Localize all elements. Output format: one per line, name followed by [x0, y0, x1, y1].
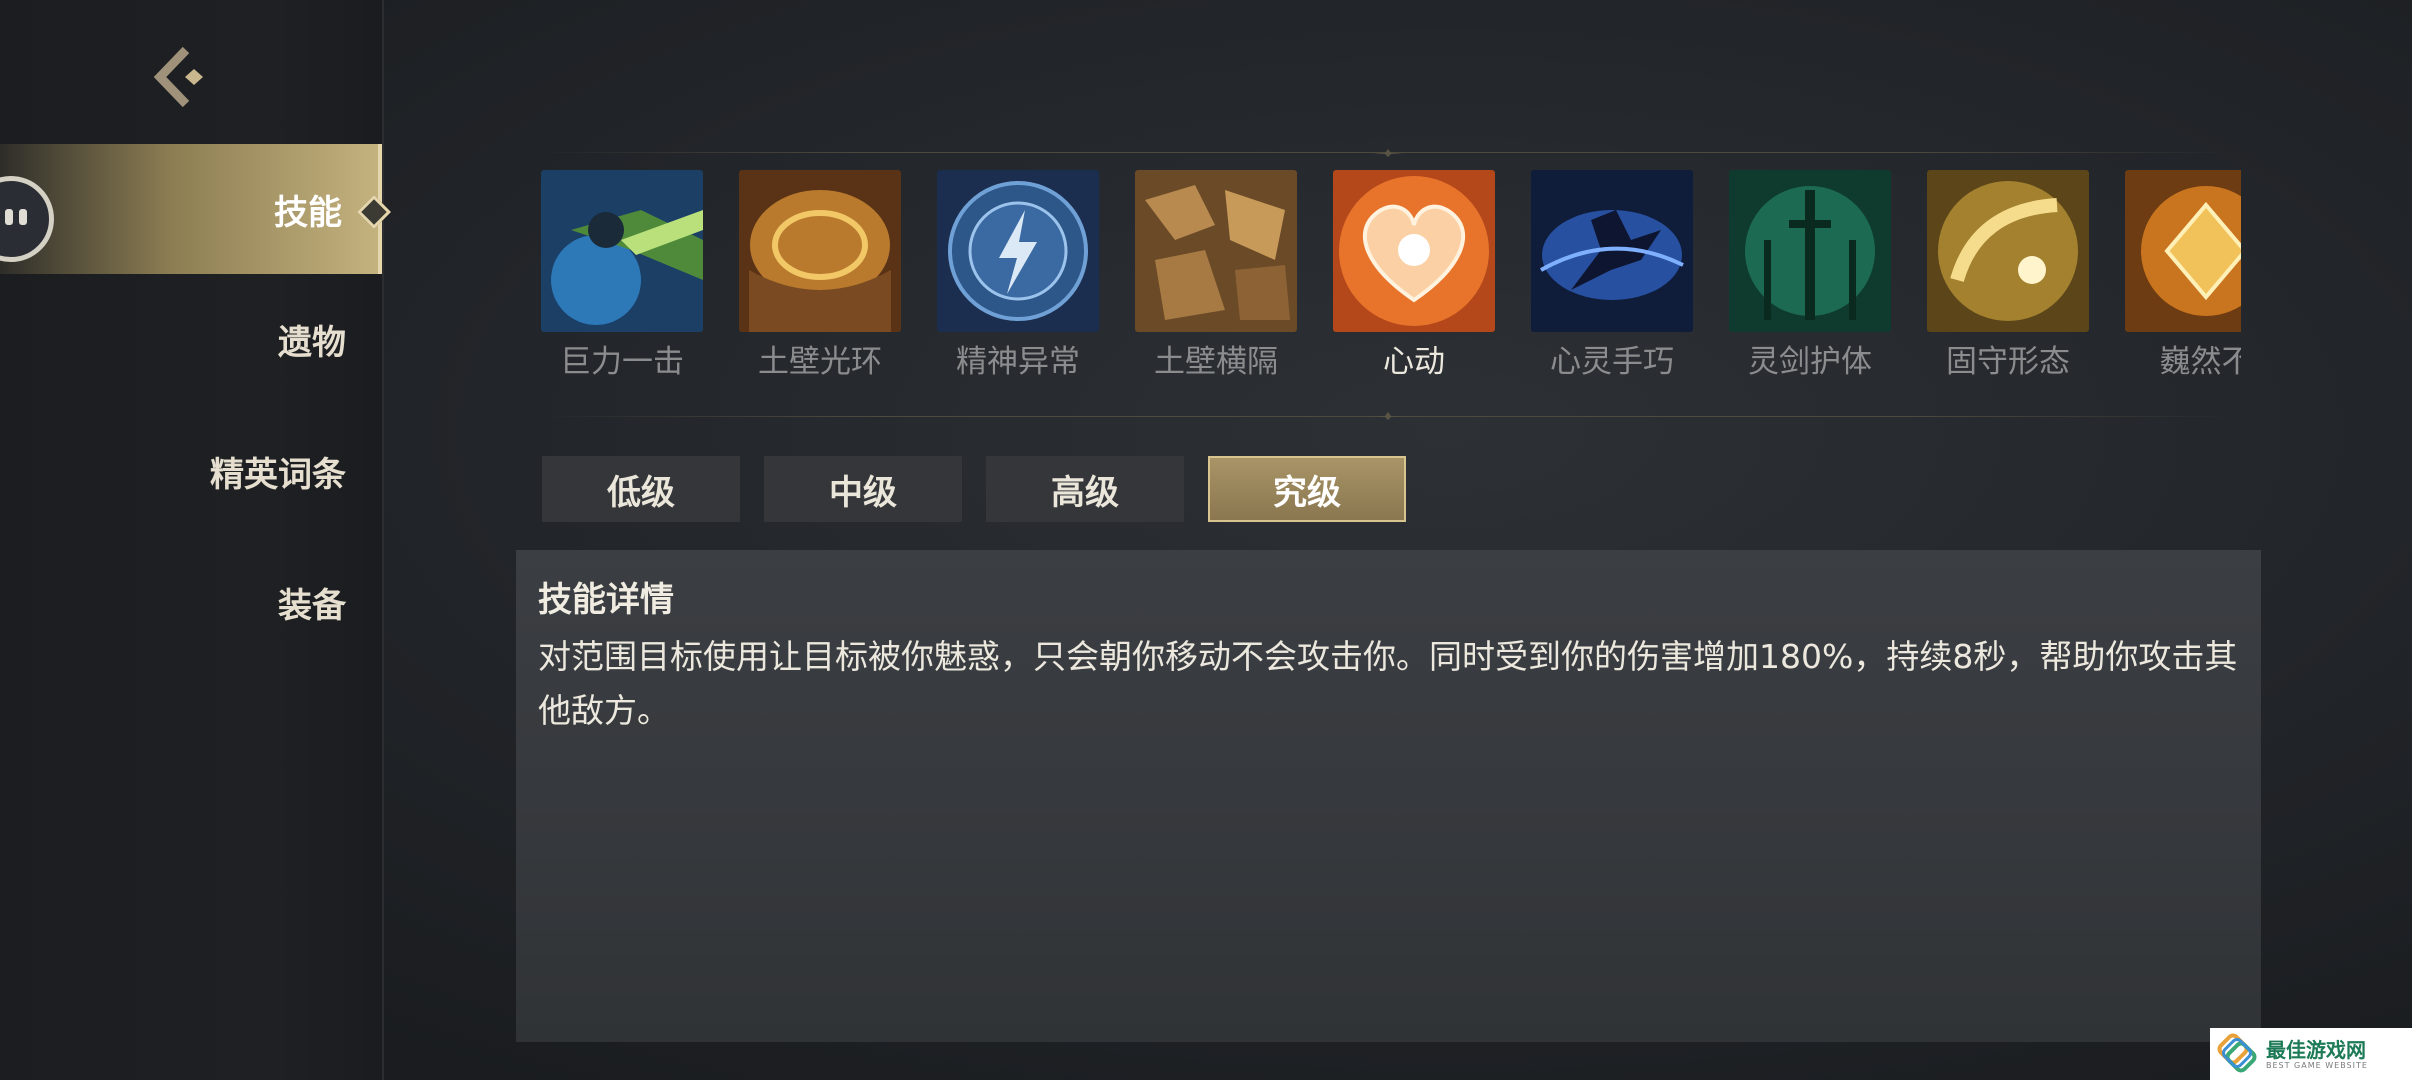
ornament-icon	[1373, 149, 1403, 157]
back-arrow-icon	[153, 46, 203, 108]
tier-label: 高级	[1051, 472, 1119, 513]
watermark-title: 最佳游戏网	[2266, 1037, 2366, 1062]
skills-list: 巨力一击 土壁光环 精神异常 土壁横隔 心动 心灵手巧 灵剑护体 固守形态 巍然…	[541, 170, 2241, 380]
dexterity-icon	[1531, 170, 1693, 332]
active-indicator-icon	[357, 195, 391, 229]
skill-label: 精神异常	[956, 344, 1080, 380]
nav-item-label: 精英词条	[210, 454, 346, 495]
tier-label: 低级	[607, 472, 675, 513]
sidebar: 技能 遗物 精英词条 装备	[0, 0, 391, 1080]
skill-label: 土壁横隔	[1154, 344, 1278, 380]
nav-item-equipment[interactable]: 装备	[0, 537, 382, 667]
hold-stance-icon	[1927, 170, 2089, 332]
skill-item-heart[interactable]: 心动	[1333, 170, 1495, 380]
skill-item-spirit-swords[interactable]: 灵剑护体	[1729, 170, 1891, 380]
skill-label: 心动	[1383, 344, 1445, 380]
nav-item-elite-affixes[interactable]: 精英词条	[0, 406, 382, 536]
skill-details-panel: 技能详情 对范围目标使用让目标被你魅惑，只会朝你移动不会攻击你。同时受到你的伤害…	[516, 550, 2261, 1042]
skill-item-earth-wall-barrier[interactable]: 土壁横隔	[1135, 170, 1297, 380]
steadfast-icon	[2125, 170, 2241, 332]
earth-wall-aura-icon	[739, 170, 901, 332]
details-description: 对范围目标使用让目标被你魅惑，只会朝你移动不会攻击你。同时受到你的伤害增加180…	[538, 637, 2238, 730]
earth-wall-barrier-icon	[1135, 170, 1297, 332]
skill-strip: 巨力一击 土壁光环 精神异常 土壁横隔 心动 心灵手巧 灵剑护体 固守形态 巍然…	[535, 148, 2241, 420]
skill-item-dexterity[interactable]: 心灵手巧	[1531, 170, 1693, 380]
spirit-swords-icon	[1729, 170, 1891, 332]
skill-item-hold-stance[interactable]: 固守形态	[1927, 170, 2089, 380]
tier-tab-high[interactable]: 高级	[986, 456, 1184, 522]
skill-item-earth-wall-aura[interactable]: 土壁光环	[739, 170, 901, 380]
back-button[interactable]	[150, 42, 220, 112]
nav-item-skills[interactable]: 技能	[0, 144, 391, 274]
nav-item-label: 技能	[274, 192, 342, 233]
watermark-logo-icon	[2217, 1033, 2257, 1073]
skill-label: 固守形态	[1946, 344, 2070, 380]
tier-tab-mid[interactable]: 中级	[764, 456, 962, 522]
nav-item-relics[interactable]: 遗物	[0, 274, 382, 404]
skill-label: 心灵手巧	[1550, 344, 1674, 380]
skill-label: 巨力一击	[560, 344, 684, 380]
giant-strike-icon	[541, 170, 703, 332]
skill-item-mental-anomaly[interactable]: 精神异常	[937, 170, 1099, 380]
heart-icon	[1333, 170, 1495, 332]
details-title: 技能详情	[538, 580, 674, 620]
skill-item-steadfast[interactable]: 巍然不	[2125, 170, 2241, 380]
skill-item-giant-strike[interactable]: 巨力一击	[541, 170, 703, 380]
skill-label: 土壁光环	[758, 344, 882, 380]
skill-label: 巍然不	[2159, 344, 2242, 380]
tier-label: 究级	[1273, 472, 1341, 513]
ornament-icon	[1373, 412, 1403, 420]
tier-tab-ultimate[interactable]: 究级	[1208, 456, 1406, 522]
skill-label: 灵剑护体	[1748, 344, 1872, 380]
nav-item-label: 装备	[278, 585, 346, 626]
tier-tab-low[interactable]: 低级	[542, 456, 740, 522]
nav-item-label: 遗物	[278, 322, 346, 363]
tier-label: 中级	[829, 472, 897, 513]
avatar	[0, 176, 54, 262]
watermark-subtitle: BEST GAME WEBSITE	[2266, 1060, 2368, 1070]
watermark: 最佳游戏网 BEST GAME WEBSITE	[2210, 1028, 2412, 1080]
mental-anomaly-icon	[937, 170, 1099, 332]
